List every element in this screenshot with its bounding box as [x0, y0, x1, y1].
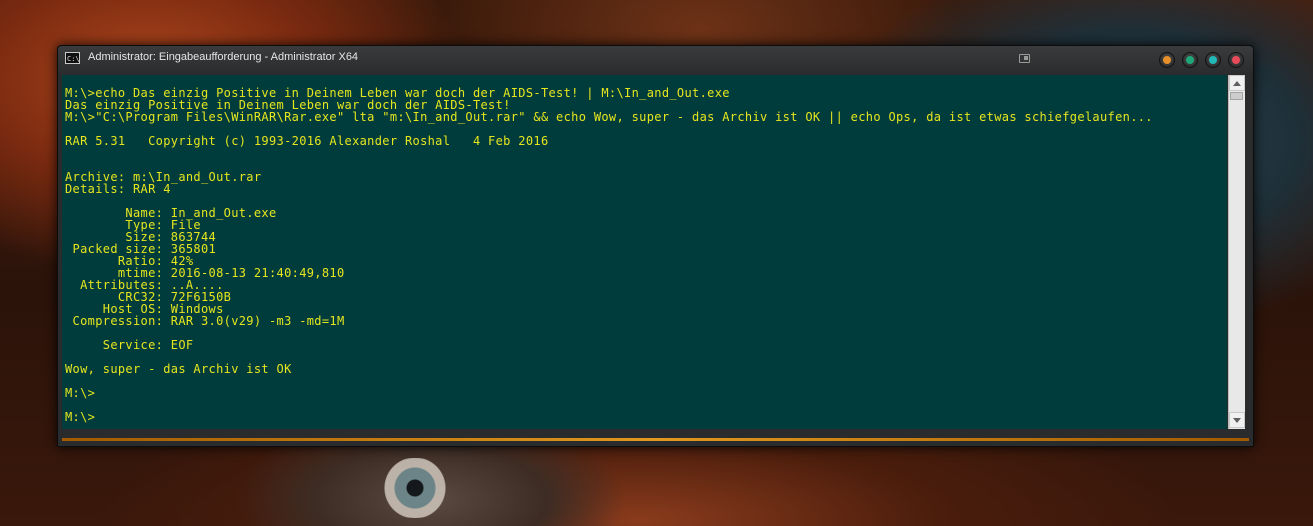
console-line: Details: RAR 4	[65, 182, 171, 196]
console-line: M:\>"C:\Program Files\WinRAR\Rar.exe" lt…	[65, 110, 1153, 124]
title-bar[interactable]: C:\ Administrator: Eingabeaufforderung -…	[58, 46, 1253, 74]
scroll-thumb[interactable]	[1230, 92, 1243, 100]
restore-icon	[1209, 56, 1217, 64]
close-icon	[1232, 56, 1240, 64]
console-line: M:\>	[65, 386, 96, 400]
console-line: Name: In_and_Out.exe	[65, 206, 277, 220]
console-window: C:\ Administrator: Eingabeaufforderung -…	[57, 45, 1254, 447]
console-line: Compression: RAR 3.0(v29) -m3 -md=1M	[65, 314, 345, 328]
console-line: M:\>	[65, 410, 96, 424]
console-line: Wow, super - das Archiv ist OK	[65, 362, 292, 376]
scroll-down-arrow-icon	[1233, 418, 1241, 423]
minimize-button[interactable]	[1159, 52, 1175, 68]
window-pin-icon[interactable]	[1019, 54, 1030, 63]
maximize-button[interactable]	[1182, 52, 1198, 68]
close-button[interactable]	[1228, 52, 1244, 68]
scroll-down-button[interactable]	[1229, 412, 1245, 428]
restore-button[interactable]	[1205, 52, 1221, 68]
maximize-icon	[1186, 56, 1194, 64]
scroll-up-button[interactable]	[1229, 75, 1245, 91]
console-text: M:\>echo Das einzig Positive in Deinem L…	[65, 87, 1153, 423]
console-output[interactable]: M:\>echo Das einzig Positive in Deinem L…	[62, 75, 1227, 429]
console-line: CRC32: 72F6150B	[65, 290, 232, 304]
console-line: Type: File	[65, 218, 201, 232]
console-line: Archive: m:\In_and_Out.rar	[65, 170, 262, 184]
console-line: Packed size: 365801	[65, 242, 217, 256]
minimize-icon	[1163, 56, 1171, 64]
console-line: Size: 863744	[65, 230, 217, 244]
window-accent-bar	[62, 438, 1249, 441]
console-line: Service: EOF	[65, 338, 194, 352]
console-line: mtime: 2016-08-13 21:40:49,810	[65, 266, 345, 280]
window-title: Administrator: Eingabeaufforderung - Adm…	[88, 51, 359, 63]
wallpaper-eye	[368, 458, 462, 518]
vertical-scrollbar[interactable]	[1228, 75, 1245, 429]
command-prompt-icon[interactable]: C:\	[65, 52, 80, 64]
scroll-up-arrow-icon	[1233, 81, 1241, 86]
console-line: RAR 5.31 Copyright (c) 1993-2016 Alexand…	[65, 134, 549, 148]
